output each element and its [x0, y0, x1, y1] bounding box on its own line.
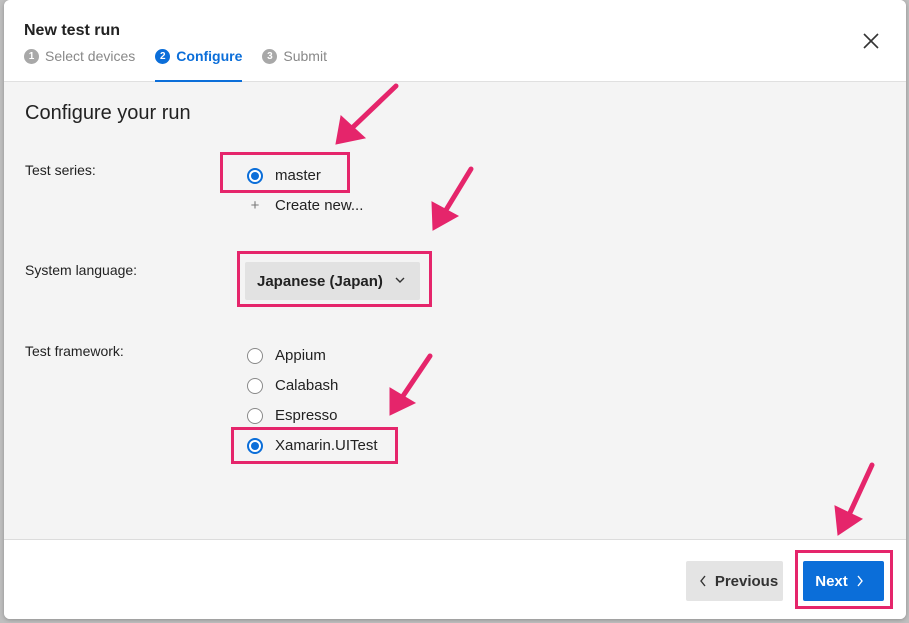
- create-new-label: Create new...: [275, 197, 364, 214]
- step-select-devices[interactable]: 1 Select devices: [24, 48, 135, 82]
- radio-circle: [247, 407, 263, 424]
- radio-label: master: [275, 167, 321, 184]
- next-button[interactable]: Next: [803, 561, 884, 601]
- page-heading: Configure your run: [25, 102, 191, 124]
- radio-label: Xamarin.UITest: [275, 437, 378, 454]
- wizard-steps: 1 Select devices 2 Configure 3 Submit: [24, 48, 347, 82]
- dialog-header: New test run 1 Select devices 2 Configur…: [4, 0, 906, 82]
- step-label: Select devices: [45, 48, 136, 64]
- next-label: Next: [815, 572, 848, 590]
- step-label: Configure: [176, 48, 243, 64]
- previous-button[interactable]: Previous: [686, 561, 783, 601]
- plus-icon: +: [250, 197, 260, 214]
- dialog-content: Configure your run Test series: master +…: [4, 82, 906, 538]
- step-submit[interactable]: 3 Submit: [262, 48, 327, 82]
- step-number: 2: [155, 49, 171, 64]
- test-series-label: Test series:: [25, 162, 96, 178]
- radio-framework-espresso[interactable]: Espresso: [247, 407, 338, 424]
- close-button[interactable]: [862, 32, 880, 50]
- step-number: 1: [24, 49, 39, 64]
- chevron-right-icon: [857, 575, 863, 587]
- radio-framework-xamarin-uitest[interactable]: Xamarin.UITest: [247, 437, 378, 454]
- radio-circle: [247, 377, 263, 394]
- radio-label: Calabash: [275, 377, 339, 394]
- step-number: 3: [262, 49, 278, 64]
- close-icon: [863, 33, 879, 49]
- chevron-left-icon: [699, 575, 706, 587]
- new-test-run-dialog: New test run 1 Select devices 2 Configur…: [4, 0, 906, 619]
- radio-circle: [247, 437, 263, 454]
- dialog-title: New test run: [24, 22, 121, 39]
- chevron-down-icon: [395, 277, 405, 283]
- radio-framework-calabash[interactable]: Calabash: [247, 377, 338, 394]
- radio-series-master[interactable]: master: [247, 167, 321, 184]
- dropdown-value: Japanese (Japan): [257, 272, 383, 290]
- system-language-dropdown[interactable]: Japanese (Japan): [245, 262, 420, 300]
- step-configure[interactable]: 2 Configure: [155, 48, 243, 82]
- radio-label: Espresso: [275, 407, 338, 424]
- radio-framework-appium[interactable]: Appium: [247, 347, 326, 364]
- system-language-label: System language:: [25, 262, 138, 278]
- previous-label: Previous: [714, 572, 779, 590]
- create-new-series-button[interactable]: + Create new...: [247, 197, 364, 214]
- radio-label: Appium: [275, 347, 326, 364]
- dialog-footer: Previous Next: [4, 539, 906, 619]
- step-label: Submit: [283, 48, 327, 64]
- test-framework-label: Test framework:: [25, 343, 124, 359]
- radio-circle: [247, 347, 263, 364]
- radio-circle: [247, 167, 263, 184]
